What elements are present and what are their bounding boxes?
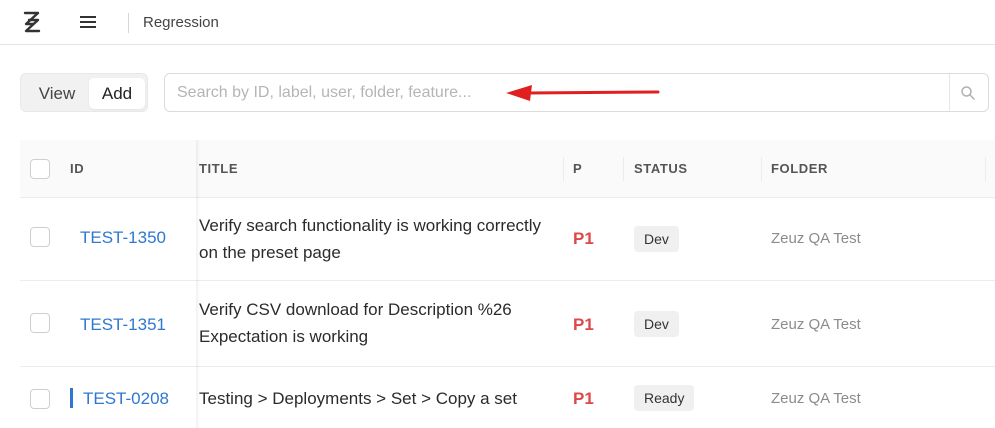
status-badge: Dev [634, 311, 679, 337]
column-header-status[interactable]: STATUS [634, 161, 688, 176]
row-checkbox[interactable] [30, 313, 50, 333]
priority-value: P1 [573, 315, 594, 334]
sticky-column-shadow [196, 140, 200, 428]
add-mode-button[interactable]: Add [89, 78, 145, 109]
select-all-checkbox[interactable] [30, 159, 50, 179]
column-divider [985, 157, 986, 181]
test-title-line: Verify search functionality is working c… [199, 216, 542, 235]
column-divider [623, 157, 624, 181]
folder-name: Zeuz QA Test [771, 390, 861, 407]
status-badge: Dev [634, 226, 679, 252]
column-header-id[interactable]: ID [70, 161, 84, 176]
test-title-line: Verify CSV download for Description %26 [199, 300, 512, 319]
view-mode-button[interactable]: View [27, 78, 87, 109]
column-divider [761, 157, 762, 181]
priority-value: P1 [573, 229, 594, 248]
table-row[interactable]: TEST-1350 Verify search functionality is… [20, 198, 995, 281]
red-arrow-annotation [506, 85, 660, 101]
header-divider [128, 13, 129, 33]
row-checkbox[interactable] [30, 227, 50, 247]
test-id-link[interactable]: TEST-1350 [80, 228, 166, 248]
test-title-line: on the preset page [199, 243, 341, 262]
column-header-title[interactable]: TITLE [199, 161, 238, 176]
priority-value: P1 [573, 389, 594, 408]
test-id-link[interactable]: TEST-1351 [80, 315, 166, 335]
test-id-link[interactable]: TEST-0208 [83, 389, 169, 409]
column-header-folder[interactable]: FOLDER [771, 161, 828, 176]
table-row[interactable]: TEST-1351 Verify CSV download for Descri… [20, 281, 995, 367]
test-title: Verify search functionality is working c… [199, 212, 564, 266]
folder-name: Zeuz QA Test [771, 230, 861, 247]
row-checkbox[interactable] [30, 389, 50, 409]
status-badge: Ready [634, 385, 695, 411]
breadcrumb: Regression [143, 14, 219, 31]
test-case-table: ID TITLE P STATUS FOLDER TEST-1350 Verif… [20, 140, 995, 428]
test-title-line: Expectation is working [199, 327, 369, 346]
column-divider [563, 157, 564, 181]
hamburger-menu-icon[interactable] [80, 14, 98, 30]
top-bar: Regression [0, 0, 995, 45]
search-icon[interactable] [959, 84, 977, 102]
table-row[interactable]: TEST-0208 Testing > Deployments > Set > … [20, 367, 995, 428]
app-logo-icon[interactable] [21, 10, 43, 34]
column-header-priority[interactable]: P [573, 161, 582, 176]
folder-name: Zeuz QA Test [771, 316, 861, 333]
search-divider [949, 74, 950, 111]
test-title: Testing > Deployments > Set > Copy a set [199, 385, 564, 412]
table-header: ID TITLE P STATUS FOLDER [20, 140, 995, 198]
test-title-line: Testing > Deployments > Set > Copy a set [199, 389, 517, 408]
view-add-toggle: View Add [20, 73, 148, 112]
test-title: Verify CSV download for Description %26 … [199, 296, 564, 350]
row-indicator [70, 388, 73, 408]
